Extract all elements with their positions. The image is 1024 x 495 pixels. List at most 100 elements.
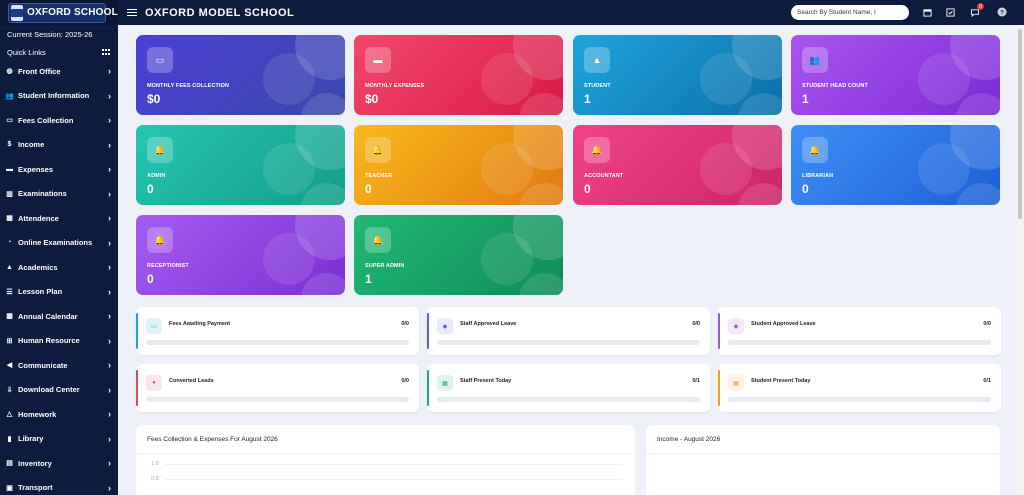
quick-links-label: Quick Links: [7, 47, 46, 57]
sidebar-item-fees-collection[interactable]: ▭ Fees Collection ›: [0, 108, 118, 133]
stat-label: ACCOUNTANT: [584, 173, 624, 179]
sidebar-item-label: Academics: [18, 262, 58, 272]
grid-icon[interactable]: [102, 48, 110, 56]
stat-card-admin[interactable]: 🔔 ADMIN 0: [136, 125, 345, 205]
map-icon: ▥: [6, 190, 13, 198]
gridline: [164, 464, 623, 465]
svg-text:?: ?: [1000, 9, 1004, 16]
chevron-right-icon: ›: [108, 90, 111, 101]
users-icon: 👥: [802, 47, 828, 73]
stat-card-student[interactable]: ▲ STUDENT 1: [573, 35, 782, 115]
school-name: OXFORD MODEL SCHOOL: [145, 6, 295, 19]
stat-label: TEACHER: [365, 173, 393, 179]
card-accent: [427, 370, 429, 406]
progress-card-student-present-today[interactable]: ▦ Student Present Today 0/1: [718, 364, 1001, 412]
progress-bar: [146, 397, 409, 402]
progress-label: Staff Present Today: [460, 378, 512, 384]
student-search-input[interactable]: [791, 5, 909, 20]
stat-card-accountant[interactable]: 🔔 ACCOUNTANT 0: [573, 125, 782, 205]
calendar-icon[interactable]: [921, 6, 933, 18]
inventory-icon: ▤: [6, 460, 13, 468]
calendar-icon: ▦: [6, 313, 13, 321]
sidebar-item-human-resource[interactable]: ⊞ Human Resource ›: [0, 329, 118, 354]
money-icon: ▭: [6, 117, 13, 125]
menu-toggle-icon[interactable]: [127, 8, 137, 17]
progress-card-converted-leads[interactable]: ● Converted Leads 0/0: [136, 364, 419, 412]
bus-icon: ▣: [6, 484, 13, 492]
sidebar-item-label: Lesson Plan: [18, 287, 63, 297]
stat-card-student-head-count[interactable]: 👥 STUDENT HEAD COUNT 1: [791, 35, 1000, 115]
list-icon: ☰: [6, 288, 13, 296]
stat-card-monthly-fees-collection[interactable]: ▭ MONTHLY FEES COLLECTION $0: [136, 35, 345, 115]
sidebar-item-label: Annual Calendar: [18, 311, 78, 321]
sidebar-item-download-center[interactable]: ⇩ Download Center ›: [0, 378, 118, 403]
money-icon: ▭: [146, 318, 162, 334]
globe-icon: ◍: [6, 68, 13, 76]
progress-label: Converted Leads: [169, 378, 214, 384]
stat-value: 0: [584, 182, 591, 196]
stat-card-receptionist[interactable]: 🔔 RECEPTIONIST 0: [136, 215, 345, 295]
stat-label: LIBRARIAN: [802, 173, 834, 179]
sidebar-item-transport[interactable]: ▣ Transport ›: [0, 476, 118, 495]
sidebar-item-online-examinations[interactable]: ◔ Online Examinations ›: [0, 231, 118, 256]
sidebar-item-homework[interactable]: △ Homework ›: [0, 402, 118, 427]
income-chart-title: Income - August 2026: [657, 436, 721, 443]
y-axis-label: 1.0: [151, 461, 159, 467]
progress-card-staff-present-today[interactable]: ▦ Staff Present Today 0/1: [427, 364, 710, 412]
chevron-right-icon: ›: [108, 164, 111, 175]
card-icon: ▬: [6, 165, 13, 173]
chat-icon[interactable]: 0: [969, 3, 984, 18]
sidebar-item-lesson-plan[interactable]: ☰ Lesson Plan ›: [0, 280, 118, 305]
chevron-right-icon: ›: [108, 458, 111, 469]
sidebar-item-label: Student Information: [18, 91, 90, 101]
sidebar-item-inventory[interactable]: ▤ Inventory ›: [0, 451, 118, 476]
sidebar-item-label: Communicate: [18, 360, 68, 370]
progress-card-fees-awaiting-payment[interactable]: ▭ Fees Awaiting Payment 0/0: [136, 307, 419, 355]
progress-count: 0/0: [983, 321, 991, 327]
top-header: OXFORD MODEL SCHOOL 0 ?: [118, 0, 1024, 25]
logo-badge: OXFORD SCHOOL: [8, 2, 118, 23]
sidebar-item-attendence[interactable]: ▦ Attendence ›: [0, 206, 118, 231]
stat-value: 0: [147, 182, 154, 196]
sidebar-item-communicate[interactable]: ◀ Communicate ›: [0, 353, 118, 378]
task-icon[interactable]: [944, 6, 956, 18]
quick-links[interactable]: Quick Links: [0, 42, 118, 59]
stat-label: RECEPTIONIST: [147, 263, 189, 269]
users-icon: 👥: [5, 92, 14, 100]
stat-card-monthly-expenses[interactable]: ▬ MONTHLY EXPENSES $0: [354, 35, 563, 115]
sidebar-item-label: Expenses: [18, 164, 54, 174]
sidebar-item-student-information[interactable]: 👥 Student Information ›: [0, 84, 118, 109]
sidebar-item-label: Inventory: [18, 458, 52, 468]
calendar-check-icon: ▦: [437, 375, 453, 391]
sidebar-item-income[interactable]: $ Income ›: [0, 133, 118, 158]
fees-expenses-chart-panel: Fees Collection & Expenses For August 20…: [136, 425, 635, 495]
sidebar-item-library[interactable]: ▮ Library ›: [0, 427, 118, 452]
sidebar-item-expenses[interactable]: ▬ Expenses ›: [0, 157, 118, 182]
stat-card-super-admin[interactable]: 🔔 SUPER ADMIN 1: [354, 215, 563, 295]
sidebar-item-label: Fees Collection: [18, 115, 74, 125]
sidebar-item-front-office[interactable]: ◍ Front Office ›: [0, 59, 118, 84]
help-icon[interactable]: ?: [996, 6, 1008, 18]
sidebar-item-academics[interactable]: ▲ Academics ›: [0, 255, 118, 280]
progress-count: 0/0: [692, 321, 700, 327]
flask-icon: △: [6, 411, 13, 419]
chevron-right-icon: ›: [108, 409, 111, 420]
sidebar-item-label: Attendence: [18, 213, 59, 223]
logo-text: OXFORD SCHOOL: [27, 7, 118, 18]
sidebar-item-annual-calendar[interactable]: ▦ Annual Calendar ›: [0, 304, 118, 329]
stat-card-teacher[interactable]: 🔔 TEACHER 0: [354, 125, 563, 205]
scroll-thumb[interactable]: [1018, 29, 1022, 219]
page-scrollbar[interactable]: [1016, 25, 1024, 495]
progress-card-staff-approved-leave[interactable]: ◆ Staff Approved Leave 0/0: [427, 307, 710, 355]
progress-card-student-approved-leave[interactable]: ◆ Student Approved Leave 0/0: [718, 307, 1001, 355]
progress-bar: [437, 397, 700, 402]
chevron-right-icon: ›: [108, 360, 111, 371]
sidebar-item-examinations[interactable]: ▥ Examinations ›: [0, 182, 118, 207]
logo[interactable]: OXFORD SCHOOL: [0, 0, 118, 25]
gridline: [164, 479, 623, 480]
stat-value: 0: [147, 272, 154, 286]
sidebar-item-label: Library: [18, 434, 44, 444]
progress-count: 0/0: [401, 378, 409, 384]
stat-value: 0: [802, 182, 809, 196]
stat-card-librarian[interactable]: 🔔 LIBRARIAN 0: [791, 125, 1000, 205]
